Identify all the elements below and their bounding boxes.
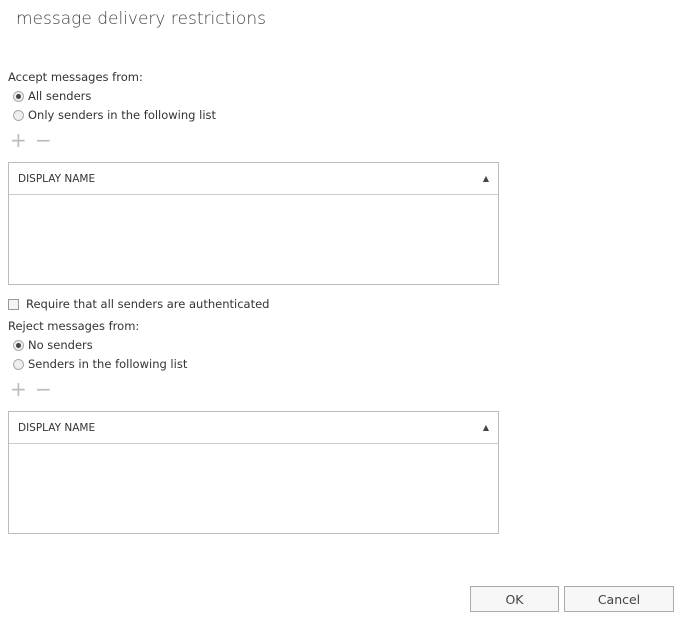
radio-icon <box>13 109 24 121</box>
remove-icon[interactable]: − <box>35 379 52 399</box>
require-auth-checkbox[interactable]: Require that all senders are authenticat… <box>8 297 269 311</box>
radio-icon <box>13 358 24 370</box>
accept-senders-list[interactable]: DISPLAY NAME ▲ <box>8 162 499 285</box>
page-title: message delivery restrictions <box>16 9 266 29</box>
sort-up-icon: ▲ <box>482 423 489 432</box>
reject-label: Reject messages from: <box>8 319 140 333</box>
ok-button[interactable]: OK <box>470 586 559 612</box>
remove-icon[interactable]: − <box>35 130 52 150</box>
checkbox-label: Require that all senders are authenticat… <box>26 297 270 311</box>
radio-senders-list[interactable]: Senders in the following list <box>13 357 187 371</box>
radio-icon <box>13 90 24 102</box>
radio-label: All senders <box>28 89 92 103</box>
column-header-display-name[interactable]: DISPLAY NAME ▲ <box>9 163 498 195</box>
sort-up-icon: ▲ <box>482 174 489 183</box>
add-icon[interactable]: + <box>10 379 27 399</box>
radio-no-senders[interactable]: No senders <box>13 338 93 352</box>
radio-label: Senders in the following list <box>28 357 188 371</box>
checkbox-icon <box>8 298 19 310</box>
reject-senders-list[interactable]: DISPLAY NAME ▲ <box>8 411 499 534</box>
radio-icon <box>13 339 24 351</box>
radio-label: No senders <box>28 338 93 352</box>
column-label: DISPLAY NAME <box>18 421 96 434</box>
radio-label: Only senders in the following list <box>28 108 217 122</box>
column-label: DISPLAY NAME <box>18 172 96 185</box>
column-header-display-name[interactable]: DISPLAY NAME ▲ <box>9 412 498 444</box>
add-icon[interactable]: + <box>10 130 27 150</box>
accept-label: Accept messages from: <box>8 70 143 84</box>
radio-all-senders[interactable]: All senders <box>13 89 91 103</box>
radio-only-senders-list[interactable]: Only senders in the following list <box>13 108 216 122</box>
cancel-button[interactable]: Cancel <box>564 586 674 612</box>
